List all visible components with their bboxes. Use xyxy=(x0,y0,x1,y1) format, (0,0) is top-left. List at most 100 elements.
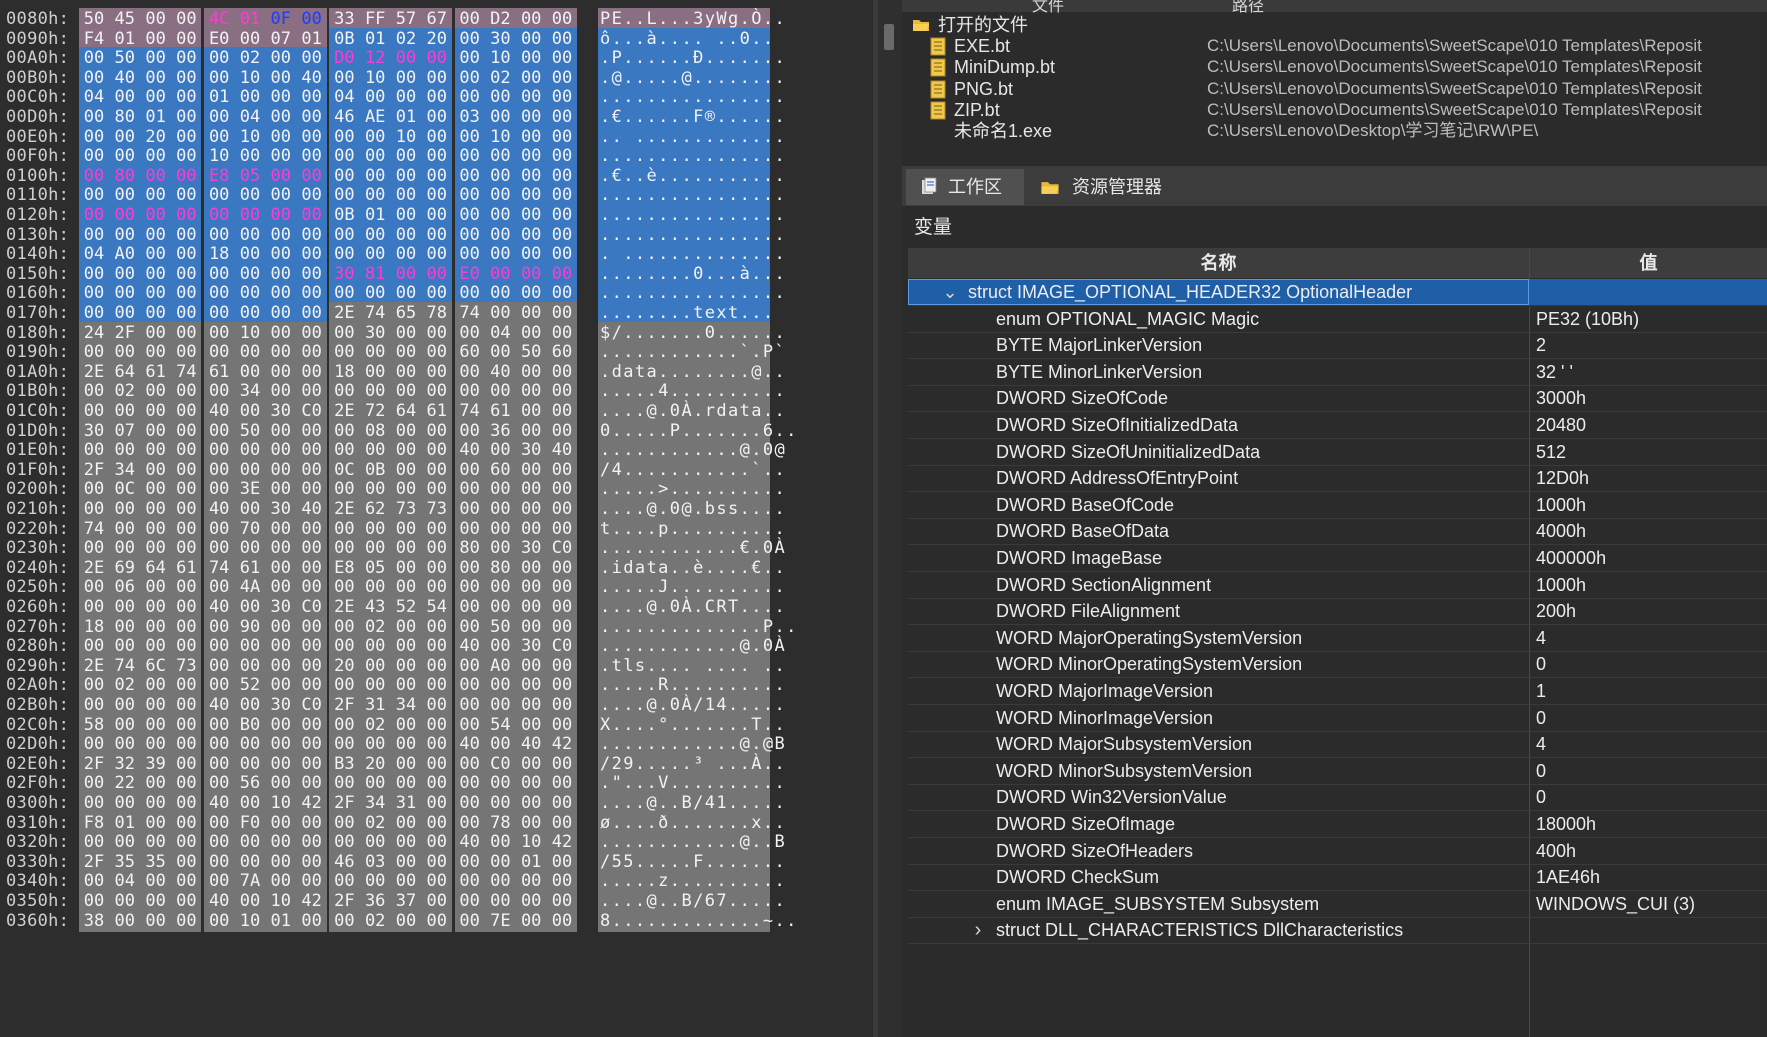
variable-row[interactable]: DWORD CheckSum 1AE46h xyxy=(908,864,1767,892)
hex-byte[interactable]: 00 xyxy=(392,910,420,932)
hex-byte[interactable]: 00 xyxy=(517,910,545,932)
hex-byte[interactable]: 7E xyxy=(486,910,514,932)
variable-row[interactable]: › struct DLL_CHARACTERISTICS DllCharacter… xyxy=(908,917,1767,945)
file-path: C:\Users\Lenovo\Desktop\学习笔记\RW\PE\ xyxy=(1207,121,1539,141)
variable-name-cell: › struct DLL_CHARACTERISTICS DllCharacter… xyxy=(908,917,1529,943)
column-header-name[interactable]: 名称 xyxy=(908,248,1529,278)
hex-byte[interactable]: 00 xyxy=(456,910,484,932)
variable-value[interactable]: 400h xyxy=(1530,838,1767,864)
variable-row[interactable]: DWORD SizeOfInitializedData 20480 xyxy=(908,412,1767,439)
tab-explorer[interactable]: 资源管理器 xyxy=(1026,169,1176,205)
variable-row[interactable]: DWORD SectionAlignment 1000h xyxy=(908,572,1767,599)
variable-row[interactable]: DWORD ImageBase 400000h xyxy=(908,545,1767,572)
hex-byte[interactable]: 00 xyxy=(172,910,200,932)
variable-name-cell: DWORD SizeOfInitializedData xyxy=(908,412,1529,438)
hex-byte[interactable]: 00 xyxy=(298,910,326,932)
variable-value[interactable]: 200h xyxy=(1530,598,1767,624)
variables-table[interactable]: 名称 值 ⌄ struct IMAGE_OPTIONAL_HEADER32 Opt… xyxy=(908,248,1767,1037)
variable-row[interactable]: DWORD SizeOfImage 18000h xyxy=(908,811,1767,838)
variable-value[interactable]: 0 xyxy=(1530,705,1767,731)
variable-row[interactable]: DWORD Win32VersionValue 0 xyxy=(908,784,1767,812)
variable-value[interactable]: 32 ' ' xyxy=(1530,359,1767,385)
variable-name-cell: DWORD SizeOfImage xyxy=(908,811,1529,837)
hex-byte[interactable]: 02 xyxy=(361,910,389,932)
variable-row[interactable]: DWORD SizeOfUninitializedData 512 xyxy=(908,439,1767,466)
variable-value[interactable]: 512 xyxy=(1530,439,1767,465)
variable-value[interactable]: 0 xyxy=(1530,784,1767,810)
template-file-icon xyxy=(930,58,946,77)
variable-row[interactable]: BYTE MinorLinkerVersion 32 ' ' xyxy=(908,359,1767,386)
variable-value[interactable]: 1000h xyxy=(1530,572,1767,598)
variable-name: WORD MinorOperatingSystemVersion xyxy=(996,654,1303,675)
pane-splitter[interactable] xyxy=(878,0,902,1037)
template-file-icon xyxy=(930,101,946,120)
variable-value[interactable]: 0 xyxy=(1530,758,1767,784)
hex-byte[interactable]: 00 xyxy=(205,910,233,932)
variable-row[interactable]: BYTE MajorLinkerVersion 2 xyxy=(908,332,1767,360)
variable-value[interactable]: 1000h xyxy=(1530,492,1767,518)
variable-row[interactable]: DWORD FileAlignment 200h xyxy=(908,598,1767,626)
variable-row[interactable]: WORD MinorOperatingSystemVersion 0 xyxy=(908,651,1767,679)
variable-value[interactable]: 12D0h xyxy=(1530,465,1767,491)
variable-value[interactable] xyxy=(1530,279,1767,305)
variable-row[interactable]: DWORD SizeOfCode 3000h xyxy=(908,385,1767,413)
variable-row[interactable]: DWORD SizeOfHeaders 400h xyxy=(908,838,1767,865)
variable-value[interactable]: 20480 xyxy=(1530,412,1767,438)
variable-value[interactable]: 4000h xyxy=(1530,518,1767,544)
variable-name-cell: DWORD BaseOfCode xyxy=(908,492,1529,518)
variable-name: BYTE MajorLinkerVersion xyxy=(996,335,1203,356)
variable-name: DWORD SizeOfInitializedData xyxy=(996,415,1239,435)
files-header: 文件 路径 xyxy=(902,0,1767,15)
variables-label: 变量 xyxy=(914,217,953,238)
splitter-scroll-thumb[interactable] xyxy=(884,24,894,50)
variable-value[interactable]: WINDOWS_CUI (3) xyxy=(1530,891,1767,917)
hex-editor[interactable]: 0080h: 50 45 00 00 4C 01 0F 00 33 FF 57 67 00 D2 00 00 PE… xyxy=(0,0,878,1037)
variable-row[interactable]: WORD MajorOperatingSystemVersion 4 xyxy=(908,625,1767,652)
variable-name: struct IMAGE_OPTIONAL_HEADER32 OptionalH… xyxy=(968,282,1413,302)
variable-value[interactable]: 1AE46h xyxy=(1530,864,1767,890)
hex-addr-gap xyxy=(68,0,72,1037)
variable-value[interactable]: 4 xyxy=(1530,625,1767,651)
collapse-chevron-icon[interactable]: ⌄ xyxy=(942,279,958,305)
variable-row[interactable]: WORD MinorImageVersion 0 xyxy=(908,705,1767,732)
hex-byte[interactable]: 01 xyxy=(267,910,295,932)
hex-byte[interactable]: 00 xyxy=(142,910,170,932)
variable-row[interactable]: WORD MinorSubsystemVersion 0 xyxy=(908,758,1767,785)
variable-row[interactable]: enum OPTIONAL_MAGIC Magic PE32 (10Bh) xyxy=(908,306,1767,333)
variable-row[interactable]: DWORD AddressOfEntryPoint 12D0h xyxy=(908,465,1767,493)
variable-name-cell: DWORD CheckSum xyxy=(908,864,1529,890)
variable-row[interactable]: DWORD BaseOfData 4000h xyxy=(908,518,1767,546)
variable-value[interactable]: 4 xyxy=(1530,731,1767,757)
variable-row[interactable]: DWORD BaseOfCode 1000h xyxy=(908,492,1767,519)
variable-value[interactable]: 18000h xyxy=(1530,811,1767,837)
variable-value[interactable]: 2 xyxy=(1530,332,1767,358)
variable-row[interactable]: WORD MajorSubsystemVersion 4 xyxy=(908,731,1767,759)
variable-value[interactable]: 0 xyxy=(1530,651,1767,677)
hex-byte[interactable]: 00 xyxy=(330,910,358,932)
expand-chevron-icon[interactable]: › xyxy=(970,917,986,943)
variable-row[interactable]: enum IMAGE_SUBSYSTEM Subsystem WINDOWS_CU… xyxy=(908,891,1767,918)
variable-value[interactable]: 3000h xyxy=(1530,385,1767,411)
variable-name: enum IMAGE_SUBSYSTEM Subsystem xyxy=(996,893,1320,914)
file-item[interactable]: 未命名1.exe C:\Users\Lenovo\Desktop\学习笔记\RW\… xyxy=(902,119,1767,143)
variable-value[interactable]: 1 xyxy=(1530,678,1767,704)
hex-byte[interactable]: 10 xyxy=(236,910,264,932)
variable-row[interactable]: WORD MajorImageVersion 1 xyxy=(908,678,1767,705)
variable-name-cell: DWORD ImageBase xyxy=(908,545,1529,571)
variable-value[interactable]: 400000h xyxy=(1530,545,1767,571)
hex-byte[interactable]: 00 xyxy=(111,910,139,932)
variable-row[interactable]: ⌄ struct IMAGE_OPTIONAL_HEADER32 Optional… xyxy=(908,279,1767,306)
variable-name-cell: DWORD BaseOfData xyxy=(908,518,1529,544)
tab-workspace[interactable]: 工作区 xyxy=(906,169,1024,205)
variable-value[interactable]: PE32 (10Bh) xyxy=(1530,306,1767,332)
hex-byte[interactable]: 00 xyxy=(423,910,451,932)
hex-row[interactable]: 0360h: 38 00 00 00 00 10 01 00 00 02 00 00 00 7E 00 00 8.… xyxy=(0,909,878,932)
hex-byte[interactable]: 38 xyxy=(80,910,108,932)
variable-value[interactable] xyxy=(1530,917,1767,943)
variable-name: DWORD SectionAlignment xyxy=(996,574,1212,595)
template-file-icon xyxy=(930,80,946,99)
hex-byte[interactable]: 00 xyxy=(548,910,576,932)
column-header-value[interactable]: 值 xyxy=(1530,248,1767,278)
hex-ascii[interactable]: 8.............~.. xyxy=(600,910,798,932)
variable-name-cell: BYTE MajorLinkerVersion xyxy=(908,332,1529,358)
